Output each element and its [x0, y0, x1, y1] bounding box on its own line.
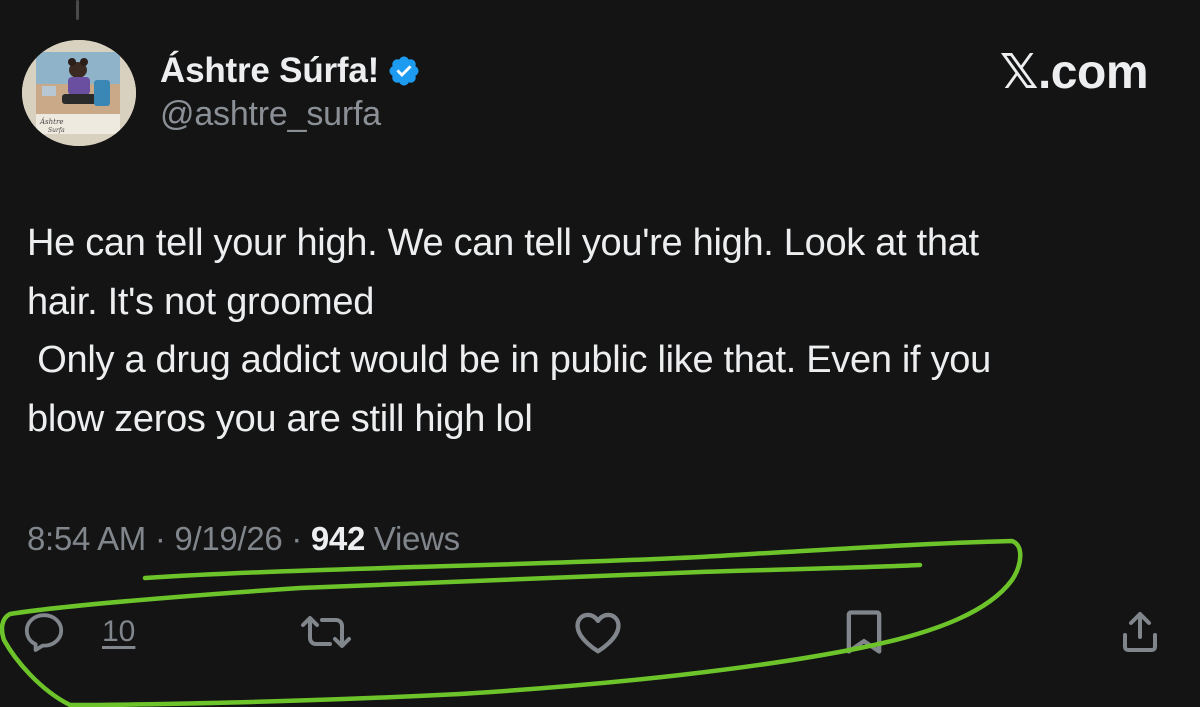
bookmark-icon — [842, 606, 886, 658]
bookmark-button[interactable] — [842, 600, 886, 664]
like-button[interactable] — [570, 600, 626, 664]
reply-icon — [20, 608, 68, 656]
avatar-caption-2: Surfa — [48, 127, 65, 134]
views-count: 942 — [310, 520, 366, 557]
tweet-date[interactable]: 9/19/26 — [174, 520, 282, 557]
avatar[interactable]: Áshtre Surfa — [22, 40, 136, 146]
thread-connector-line — [76, 0, 79, 20]
retweet-icon — [296, 608, 356, 656]
display-name-row: Áshtre Súrfa! — [160, 49, 421, 93]
views-label: Views — [365, 520, 460, 557]
avatar-caption-1: Áshtre — [39, 117, 63, 126]
author-handle[interactable]: @ashtre_surfa — [160, 95, 421, 134]
share-icon — [1116, 607, 1164, 657]
reply-button[interactable]: 10 — [20, 600, 135, 664]
tweet-action-bar: 10 — [0, 600, 1200, 664]
retweet-button[interactable] — [296, 600, 356, 664]
meta-separator: · — [282, 520, 311, 557]
tweet-time[interactable]: 8:54 AM — [27, 520, 146, 557]
like-icon — [570, 607, 626, 657]
tweet-text: He can tell your high. We can tell you'r… — [27, 222, 991, 440]
author-block: Áshtre Súrfa! @ashtre_surfa — [160, 49, 421, 134]
meta-separator: · — [145, 520, 175, 557]
verified-badge-icon — [387, 54, 421, 88]
display-name[interactable]: Áshtre Súrfa! — [160, 51, 379, 91]
reply-count[interactable]: 10 — [102, 615, 135, 649]
tweet-meta: 8:54 AM · 9/19/26 · 942 Views — [27, 520, 460, 558]
share-button[interactable] — [1116, 600, 1164, 664]
x-com-wordmark: 𝕏.com — [999, 46, 1149, 99]
avatar-image: Áshtre Surfa — [22, 40, 136, 146]
